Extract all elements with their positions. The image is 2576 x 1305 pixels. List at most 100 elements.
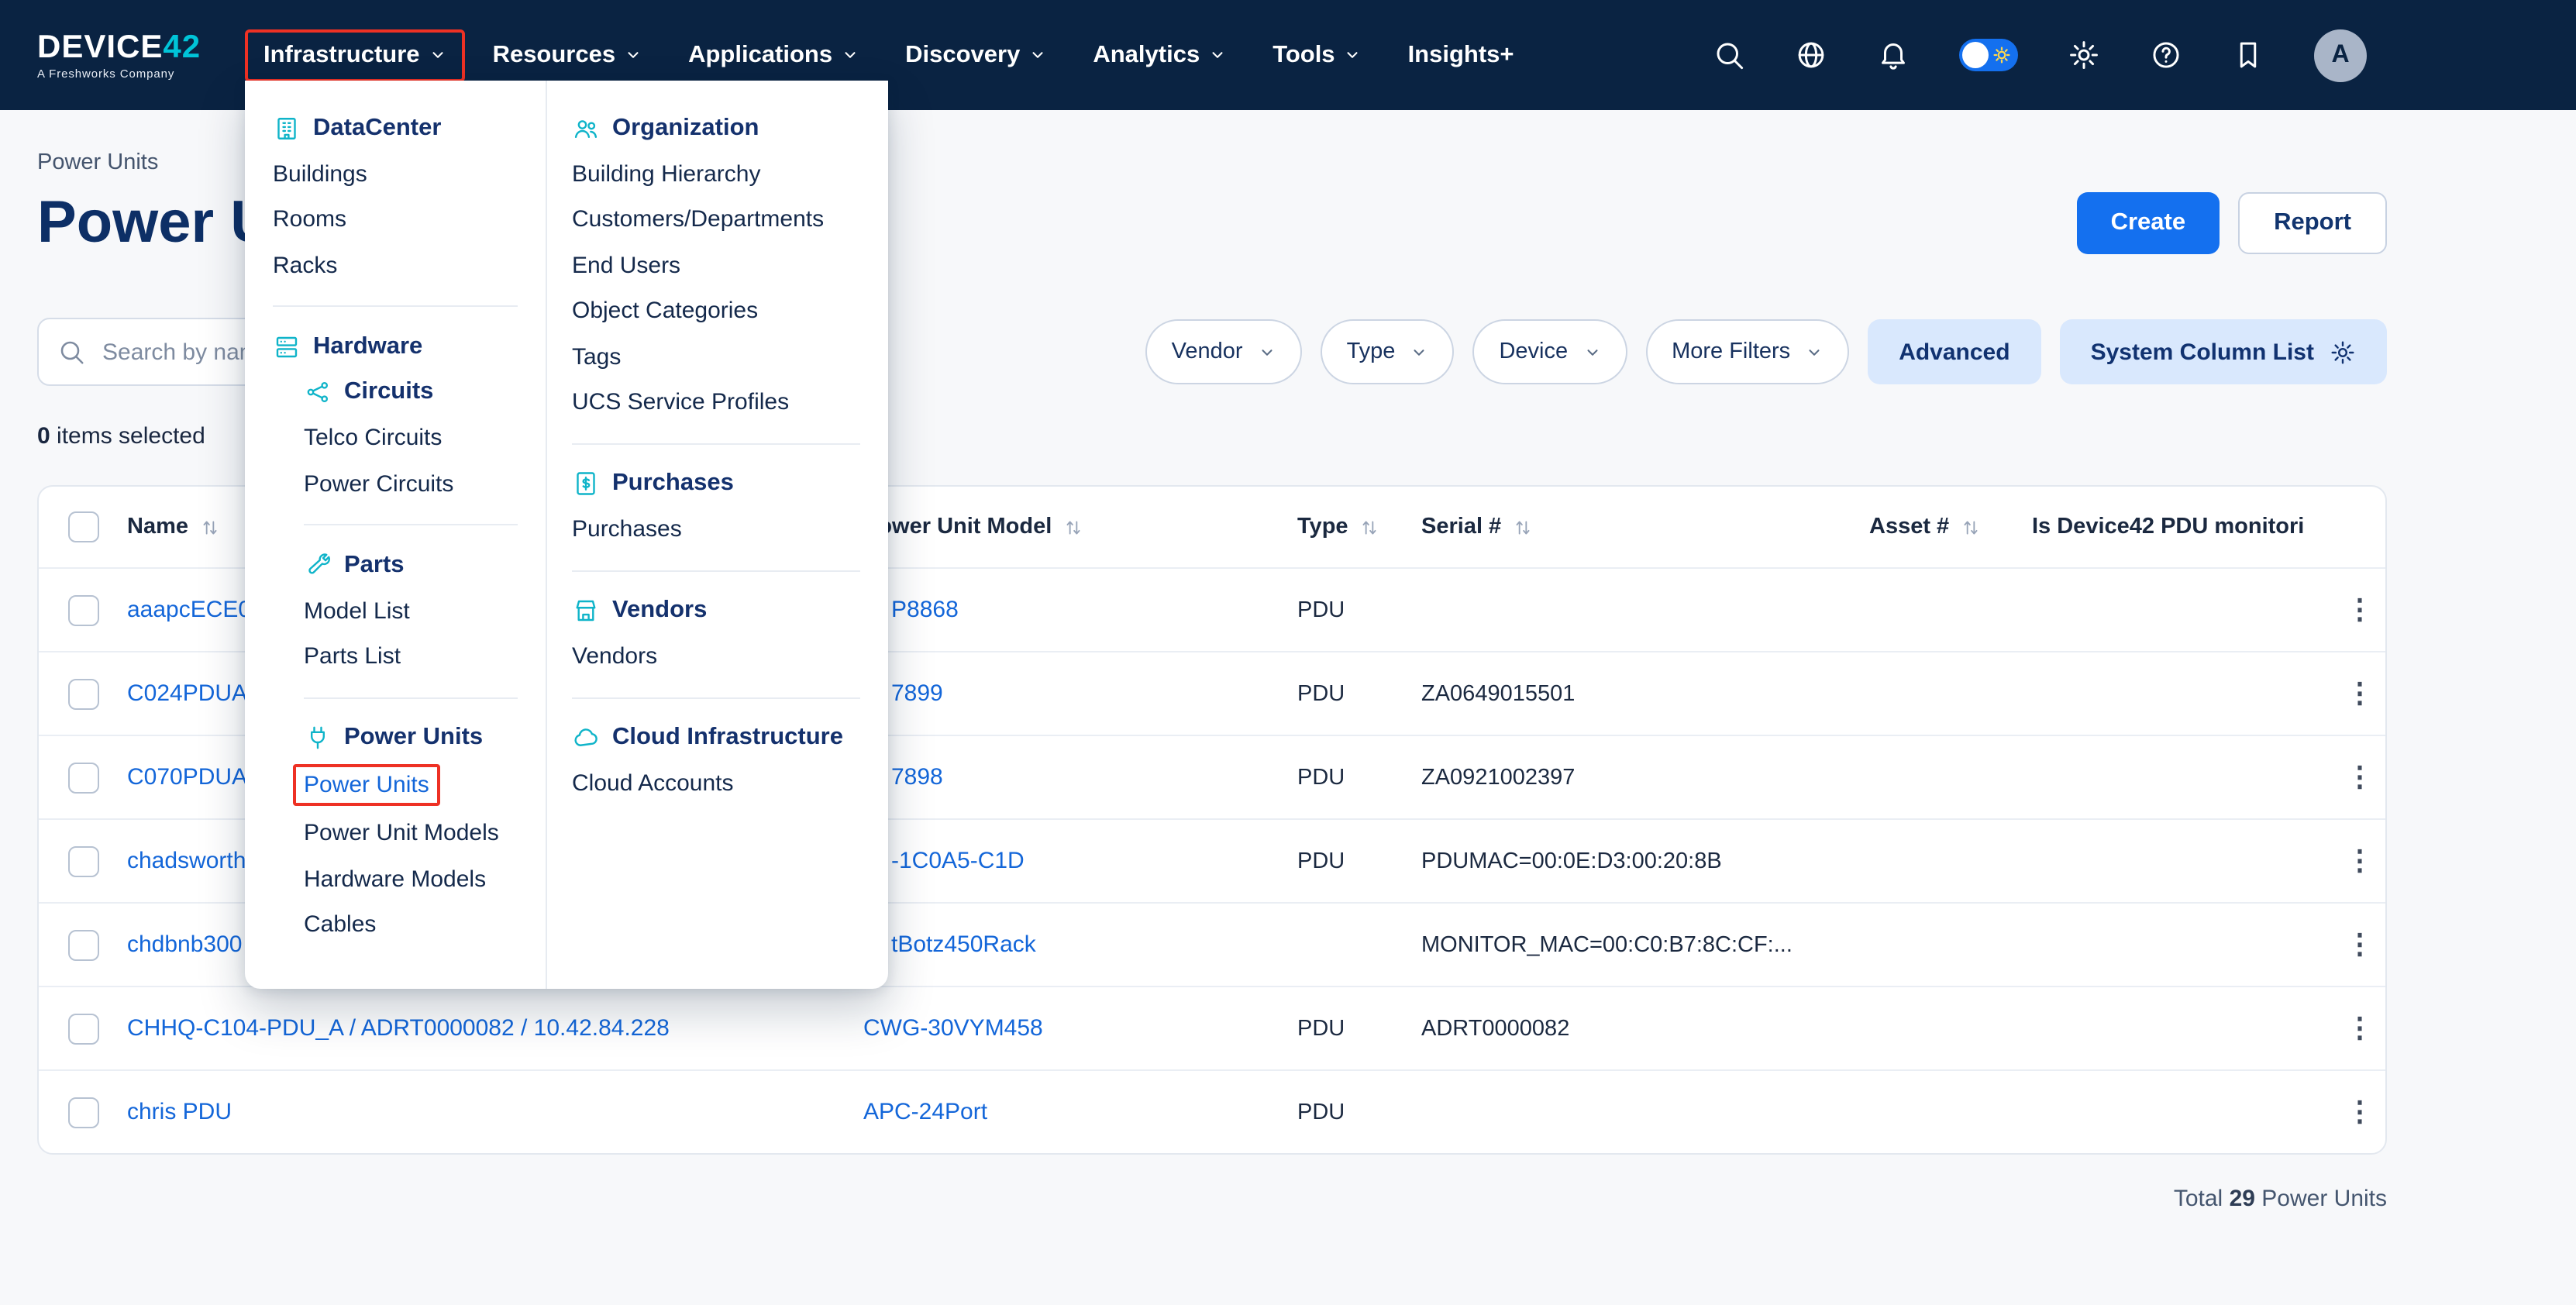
dropdown-purchases[interactable]: Purchases — [572, 507, 888, 553]
menu-infrastructure[interactable]: Infrastructure — [245, 29, 465, 81]
sort-icon — [1062, 517, 1083, 537]
menu-label: Tools — [1273, 41, 1334, 69]
row-checkbox[interactable] — [67, 594, 98, 625]
model-link[interactable]: P8868 — [891, 597, 959, 623]
dropdown-object-categories[interactable]: Object Categories — [572, 288, 888, 334]
select-all-cell — [39, 511, 127, 542]
power-unit-link[interactable]: chris PDU — [127, 1099, 232, 1125]
column-header-asset[interactable]: Asset # — [1869, 515, 2032, 539]
dropdown-telco-circuits[interactable]: Telco Circuits — [304, 415, 546, 461]
power-unit-link[interactable]: C024PDUA — [127, 680, 247, 707]
selected-count: 0 — [37, 423, 50, 449]
model-link[interactable]: -1C0A5-C1D — [891, 848, 1025, 874]
dropdown-parts: Parts — [304, 542, 546, 588]
row-checkbox[interactable] — [67, 845, 98, 876]
dropdown-divider — [572, 697, 860, 698]
column-header-serial[interactable]: Serial # — [1421, 515, 1869, 539]
cell-serial: ADRT0000082 — [1421, 1016, 1869, 1041]
column-header-is-device42-pdu-monitori: Is Device42 PDU monitori — [2032, 515, 2334, 539]
filter-label: More Filters — [1672, 339, 1790, 364]
select-all-checkbox[interactable] — [67, 511, 98, 542]
menu-discovery[interactable]: Discovery — [887, 29, 1065, 81]
dropdown-rooms[interactable]: Rooms — [273, 197, 546, 243]
model-link[interactable]: APC-24Port — [863, 1099, 987, 1125]
notifications-bell-icon[interactable] — [1877, 39, 1910, 71]
dropdown-label: Parts List — [304, 644, 401, 670]
menu-analytics[interactable]: Analytics — [1074, 29, 1245, 81]
row-menu-button[interactable]: ⋮ — [2334, 845, 2385, 877]
total-prefix: Total — [2174, 1186, 2223, 1212]
dropdown-cloud-infrastructure: Cloud Infrastructure — [572, 715, 888, 761]
dropdown-power-units[interactable]: Power Units — [293, 764, 440, 806]
table-row: chris PDUAPC-24PortPDU⋮ — [39, 1069, 2385, 1153]
power-unit-link[interactable]: aaapcECE0 — [127, 597, 251, 623]
model-link[interactable]: tBotz450Rack — [891, 931, 1036, 958]
infrastructure-dropdown-menu: DataCenterBuildingsRoomsRacksHardwareCir… — [245, 81, 888, 989]
dropdown-customers-departments[interactable]: Customers/Departments — [572, 197, 888, 243]
dropdown-building-hierarchy[interactable]: Building Hierarchy — [572, 151, 888, 197]
row-checkbox[interactable] — [67, 678, 98, 709]
dropdown-model-list[interactable]: Model List — [304, 588, 546, 634]
dropdown-ucs-service-profiles[interactable]: UCS Service Profiles — [572, 380, 888, 425]
dropdown-hardware-models[interactable]: Hardware Models — [304, 856, 546, 902]
create-button[interactable]: Create — [2077, 192, 2220, 254]
menu-insights[interactable]: Insights+ — [1390, 29, 1533, 81]
help-icon[interactable] — [2150, 39, 2182, 71]
dropdown-power-units: Power Units — [304, 715, 546, 761]
row-checkbox[interactable] — [67, 762, 98, 793]
dropdown-parts-list[interactable]: Parts List — [304, 634, 546, 680]
filter-more-filters[interactable]: More Filters — [1645, 319, 1849, 384]
row-menu-button[interactable]: ⋮ — [2334, 1012, 2385, 1045]
theme-toggle[interactable] — [1959, 39, 2018, 71]
model-link[interactable]: 7899 — [891, 680, 943, 707]
menu-tools[interactable]: Tools — [1254, 29, 1379, 81]
row-menu-button[interactable]: ⋮ — [2334, 594, 2385, 626]
menu-resources[interactable]: Resources — [474, 29, 661, 81]
dropdown-power-circuits[interactable]: Power Circuits — [304, 461, 546, 507]
cell-model: APC-24Port — [863, 1099, 1297, 1125]
language-globe-icon[interactable] — [1795, 39, 1827, 71]
power-unit-link[interactable]: chdbnb300 — [127, 931, 243, 958]
column-header-type[interactable]: Type — [1297, 515, 1421, 539]
cell-model: 7898 — [863, 764, 1297, 790]
system-column-list-button[interactable]: System Column List — [2060, 319, 2387, 384]
filter-vendor[interactable]: Vendor — [1145, 319, 1302, 384]
row-menu-button[interactable]: ⋮ — [2334, 761, 2385, 794]
row-menu-button[interactable]: ⋮ — [2334, 677, 2385, 710]
row-checkbox[interactable] — [67, 929, 98, 960]
bookmark-icon[interactable] — [2232, 39, 2264, 71]
power-unit-link[interactable]: C070PDUA — [127, 764, 247, 790]
row-menu-button[interactable]: ⋮ — [2334, 1096, 2385, 1128]
dropdown-racks[interactable]: Racks — [273, 243, 546, 288]
dropdown-cables[interactable]: Cables — [304, 902, 546, 948]
model-link[interactable]: CWG-30VYM458 — [863, 1015, 1043, 1042]
power-unit-link[interactable]: chadsworth — [127, 848, 246, 874]
power-unit-link[interactable]: CHHQ-C104-PDU_A / ADRT0000082 / 10.42.84… — [127, 1015, 670, 1042]
model-link[interactable]: 7898 — [891, 764, 943, 790]
device42-logo[interactable]: DEVICE42 A Freshworks Company — [37, 30, 217, 80]
advanced-button[interactable]: Advanced — [1868, 319, 2040, 384]
dropdown-buildings[interactable]: Buildings — [273, 151, 546, 197]
settings-gear-icon[interactable] — [2068, 39, 2100, 71]
filter-label: Device — [1499, 339, 1568, 364]
dropdown-power-unit-models[interactable]: Power Unit Models — [304, 811, 546, 856]
dropdown-vendors[interactable]: Vendors — [572, 634, 888, 680]
dropdown-cloud-accounts[interactable]: Cloud Accounts — [572, 761, 888, 807]
filter-device[interactable]: Device — [1472, 319, 1627, 384]
column-label: Name — [127, 515, 188, 539]
cell-name: CHHQ-C104-PDU_A / ADRT0000082 / 10.42.84… — [127, 1015, 863, 1042]
report-button[interactable]: Report — [2238, 192, 2387, 254]
row-menu-button[interactable]: ⋮ — [2334, 928, 2385, 961]
row-checkbox[interactable] — [67, 1097, 98, 1128]
avatar[interactable]: A — [2314, 29, 2367, 81]
menu-applications[interactable]: Applications — [670, 29, 877, 81]
row-checkbox[interactable] — [67, 1013, 98, 1044]
search-icon[interactable] — [1713, 39, 1745, 71]
dropdown-label: Building Hierarchy — [572, 161, 760, 188]
column-header-power-unit-model[interactable]: Power Unit Model — [863, 515, 1297, 539]
menu-label: Resources — [493, 41, 616, 69]
dropdown-tags[interactable]: Tags — [572, 334, 888, 380]
dropdown-end-users[interactable]: End Users — [572, 243, 888, 288]
cell-model: tBotz450Rack — [863, 931, 1297, 958]
filter-type[interactable]: Type — [1321, 319, 1455, 384]
